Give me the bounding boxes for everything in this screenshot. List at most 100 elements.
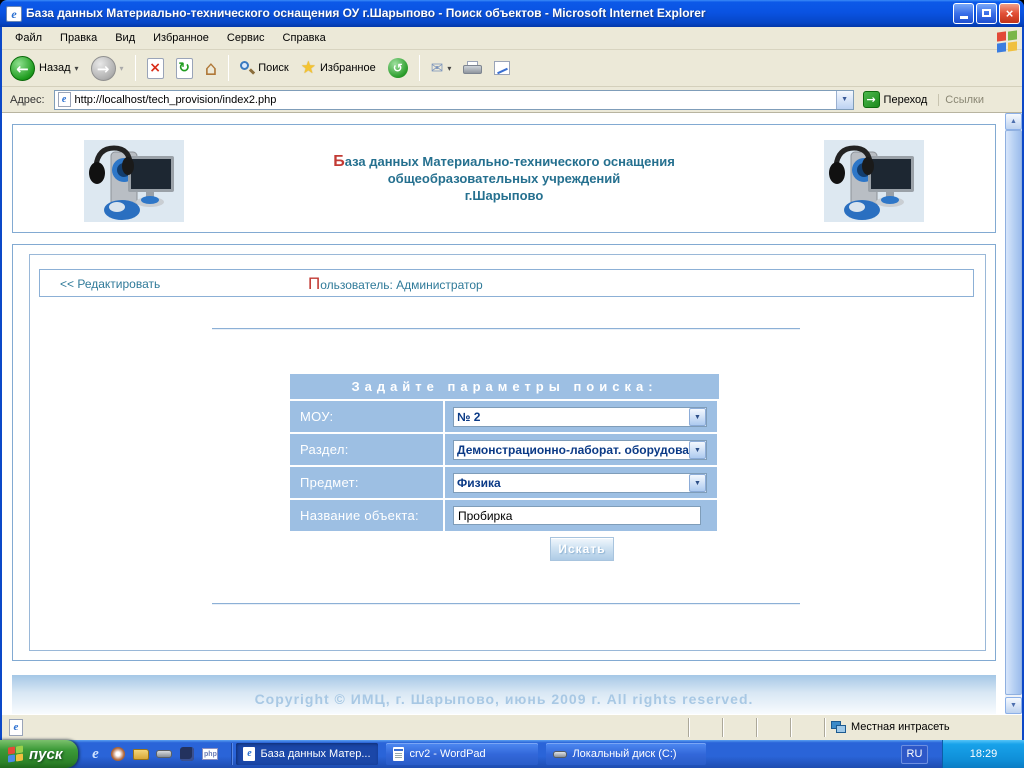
page-footer: Copyright © ИМЦ, г. Шарыпово, июнь 2009 … xyxy=(12,675,996,714)
razdel-select[interactable]: Демонстрационно-лаборат. оборудован ▼ xyxy=(453,440,707,460)
language-indicator[interactable]: RU xyxy=(901,745,928,764)
clock[interactable]: 18:29 xyxy=(970,748,998,760)
address-url[interactable]: http://localhost/tech_provision/index2.p… xyxy=(75,94,836,106)
user-bar: << Редактировать Пользователь: Администр… xyxy=(39,269,974,297)
refresh-icon: ↻ xyxy=(176,58,193,79)
forward-button[interactable]: → ▾ xyxy=(87,54,128,83)
disk-task-icon xyxy=(553,751,567,758)
favorites-button[interactable]: ★ Избранное xyxy=(297,56,380,80)
windows-logo-icon xyxy=(995,29,1019,53)
site-title-dropcap: Б xyxy=(333,153,345,170)
security-zone: Местная интрасеть xyxy=(824,718,1019,737)
favorites-star-icon: ★ xyxy=(301,58,316,78)
status-pane xyxy=(790,718,824,737)
page-viewport: База данных Материально-технического осн… xyxy=(2,113,1022,714)
predmet-select[interactable]: Физика ▼ xyxy=(453,473,707,493)
quicklaunch-media-icon[interactable] xyxy=(109,745,127,763)
go-arrow-icon: → xyxy=(863,91,880,108)
task-button-wordpad[interactable]: crv2 - WordPad xyxy=(386,743,538,765)
computer-image-left xyxy=(84,140,184,222)
back-icon: ← xyxy=(10,56,35,81)
address-input[interactable]: e http://localhost/tech_provision/index2… xyxy=(54,90,854,110)
form-row: Название объекта: xyxy=(290,500,719,531)
windows-flag-icon xyxy=(8,746,24,762)
taskbar: пуск e php e База данных Матер... crv2 -… xyxy=(0,740,1024,768)
mail-button[interactable]: ✉ ▾ xyxy=(427,57,456,79)
menu-favorites[interactable]: Избранное xyxy=(144,28,218,48)
standard-toolbar: ← Назад ▾ → ▾ × ↻ ⌂ Поиск xyxy=(2,50,1022,87)
back-button[interactable]: ← Назад ▾ xyxy=(6,54,83,83)
quicklaunch-app-icon[interactable] xyxy=(178,745,196,763)
status-pane xyxy=(756,718,790,737)
wordpad-task-icon xyxy=(393,747,404,761)
mail-dropdown-icon[interactable]: ▾ xyxy=(447,64,451,73)
predmet-label: Предмет: xyxy=(290,467,443,498)
mail-icon: ✉ xyxy=(431,59,444,77)
razdel-label: Раздел: xyxy=(290,434,443,465)
address-label: Адрес: xyxy=(6,94,49,106)
mou-select[interactable]: № 2 ▼ xyxy=(453,407,707,427)
go-button[interactable]: → Переход xyxy=(859,90,932,109)
toolbar-separator xyxy=(135,55,136,81)
edit-link[interactable]: << Редактировать xyxy=(60,277,160,291)
system-tray: 18:29 xyxy=(942,740,1024,768)
address-dropdown-icon[interactable]: ▼ xyxy=(836,91,853,109)
status-bar: e Местная интрасеть xyxy=(2,714,1022,739)
quicklaunch-php-icon[interactable]: php xyxy=(201,745,219,763)
scrollbar-thumb[interactable] xyxy=(1005,130,1022,695)
status-page-icon: e xyxy=(9,719,23,736)
user-dropcap: П xyxy=(308,274,320,293)
search-submit-button[interactable]: Искать xyxy=(550,537,614,561)
object-name-label: Название объекта: xyxy=(290,500,443,531)
favorites-label: Избранное xyxy=(320,62,376,74)
quicklaunch-ie-icon[interactable]: e xyxy=(86,745,104,763)
menu-tools[interactable]: Сервис xyxy=(218,28,274,48)
task-button-local-disk[interactable]: Локальный диск (C:) xyxy=(546,743,706,765)
chevron-down-icon[interactable]: ▼ xyxy=(689,441,706,459)
quicklaunch-folder-icon[interactable] xyxy=(132,745,150,763)
menu-file[interactable]: Файл xyxy=(6,28,51,48)
menu-view[interactable]: Вид xyxy=(106,28,144,48)
forward-dropdown-icon: ▾ xyxy=(120,64,124,73)
edit-page-icon xyxy=(494,61,510,75)
window-title: База данных Материально-технического осн… xyxy=(26,0,953,27)
search-label: Поиск xyxy=(258,62,288,74)
menu-help[interactable]: Справка xyxy=(274,28,335,48)
restore-button[interactable] xyxy=(976,3,997,24)
mou-label: МОУ: xyxy=(290,401,443,432)
search-icon xyxy=(240,60,254,76)
window-titlebar: e База данных Материально-технического о… xyxy=(0,0,1024,27)
scroll-up-icon[interactable]: ▲ xyxy=(1005,113,1022,130)
menu-edit[interactable]: Правка xyxy=(51,28,106,48)
object-name-input[interactable] xyxy=(453,506,701,525)
divider-bottom xyxy=(212,603,800,605)
form-row: Предмет: Физика ▼ xyxy=(290,467,719,498)
zone-label: Местная интрасеть xyxy=(851,721,950,733)
vertical-scrollbar[interactable]: ▲ ▼ xyxy=(1005,113,1022,714)
quicklaunch-drive-icon[interactable] xyxy=(155,745,173,763)
links-menu[interactable]: Ссылки xyxy=(938,94,990,106)
close-button[interactable]: × xyxy=(999,3,1020,24)
site-title: База данных Материально-технического осн… xyxy=(193,153,815,204)
page-favicon-icon: e xyxy=(58,92,71,107)
start-button[interactable]: пуск xyxy=(0,740,78,768)
refresh-button[interactable]: ↻ xyxy=(172,56,197,81)
chevron-down-icon[interactable]: ▼ xyxy=(689,408,706,426)
page-header-box: База данных Материально-технического осн… xyxy=(12,124,996,233)
print-button[interactable] xyxy=(459,59,486,77)
history-button[interactable]: ↺ xyxy=(384,56,412,80)
home-button[interactable]: ⌂ xyxy=(201,55,222,81)
search-button[interactable]: Поиск xyxy=(236,58,292,78)
quick-launch: e php xyxy=(78,745,227,763)
stop-button[interactable]: × xyxy=(143,56,168,81)
back-dropdown-icon[interactable]: ▾ xyxy=(75,64,79,73)
history-icon: ↺ xyxy=(388,58,408,78)
chevron-down-icon[interactable]: ▼ xyxy=(689,474,706,492)
address-bar: Адрес: e http://localhost/tech_provision… xyxy=(2,87,1022,113)
scroll-down-icon[interactable]: ▼ xyxy=(1005,697,1022,714)
task-button-browser[interactable]: e База данных Матер... xyxy=(236,743,378,765)
search-form: Задайте параметры поиска: МОУ: № 2 ▼ Раз… xyxy=(290,374,719,531)
taskbar-divider xyxy=(231,743,232,765)
edit-page-button[interactable] xyxy=(490,59,514,77)
minimize-button[interactable] xyxy=(953,3,974,24)
